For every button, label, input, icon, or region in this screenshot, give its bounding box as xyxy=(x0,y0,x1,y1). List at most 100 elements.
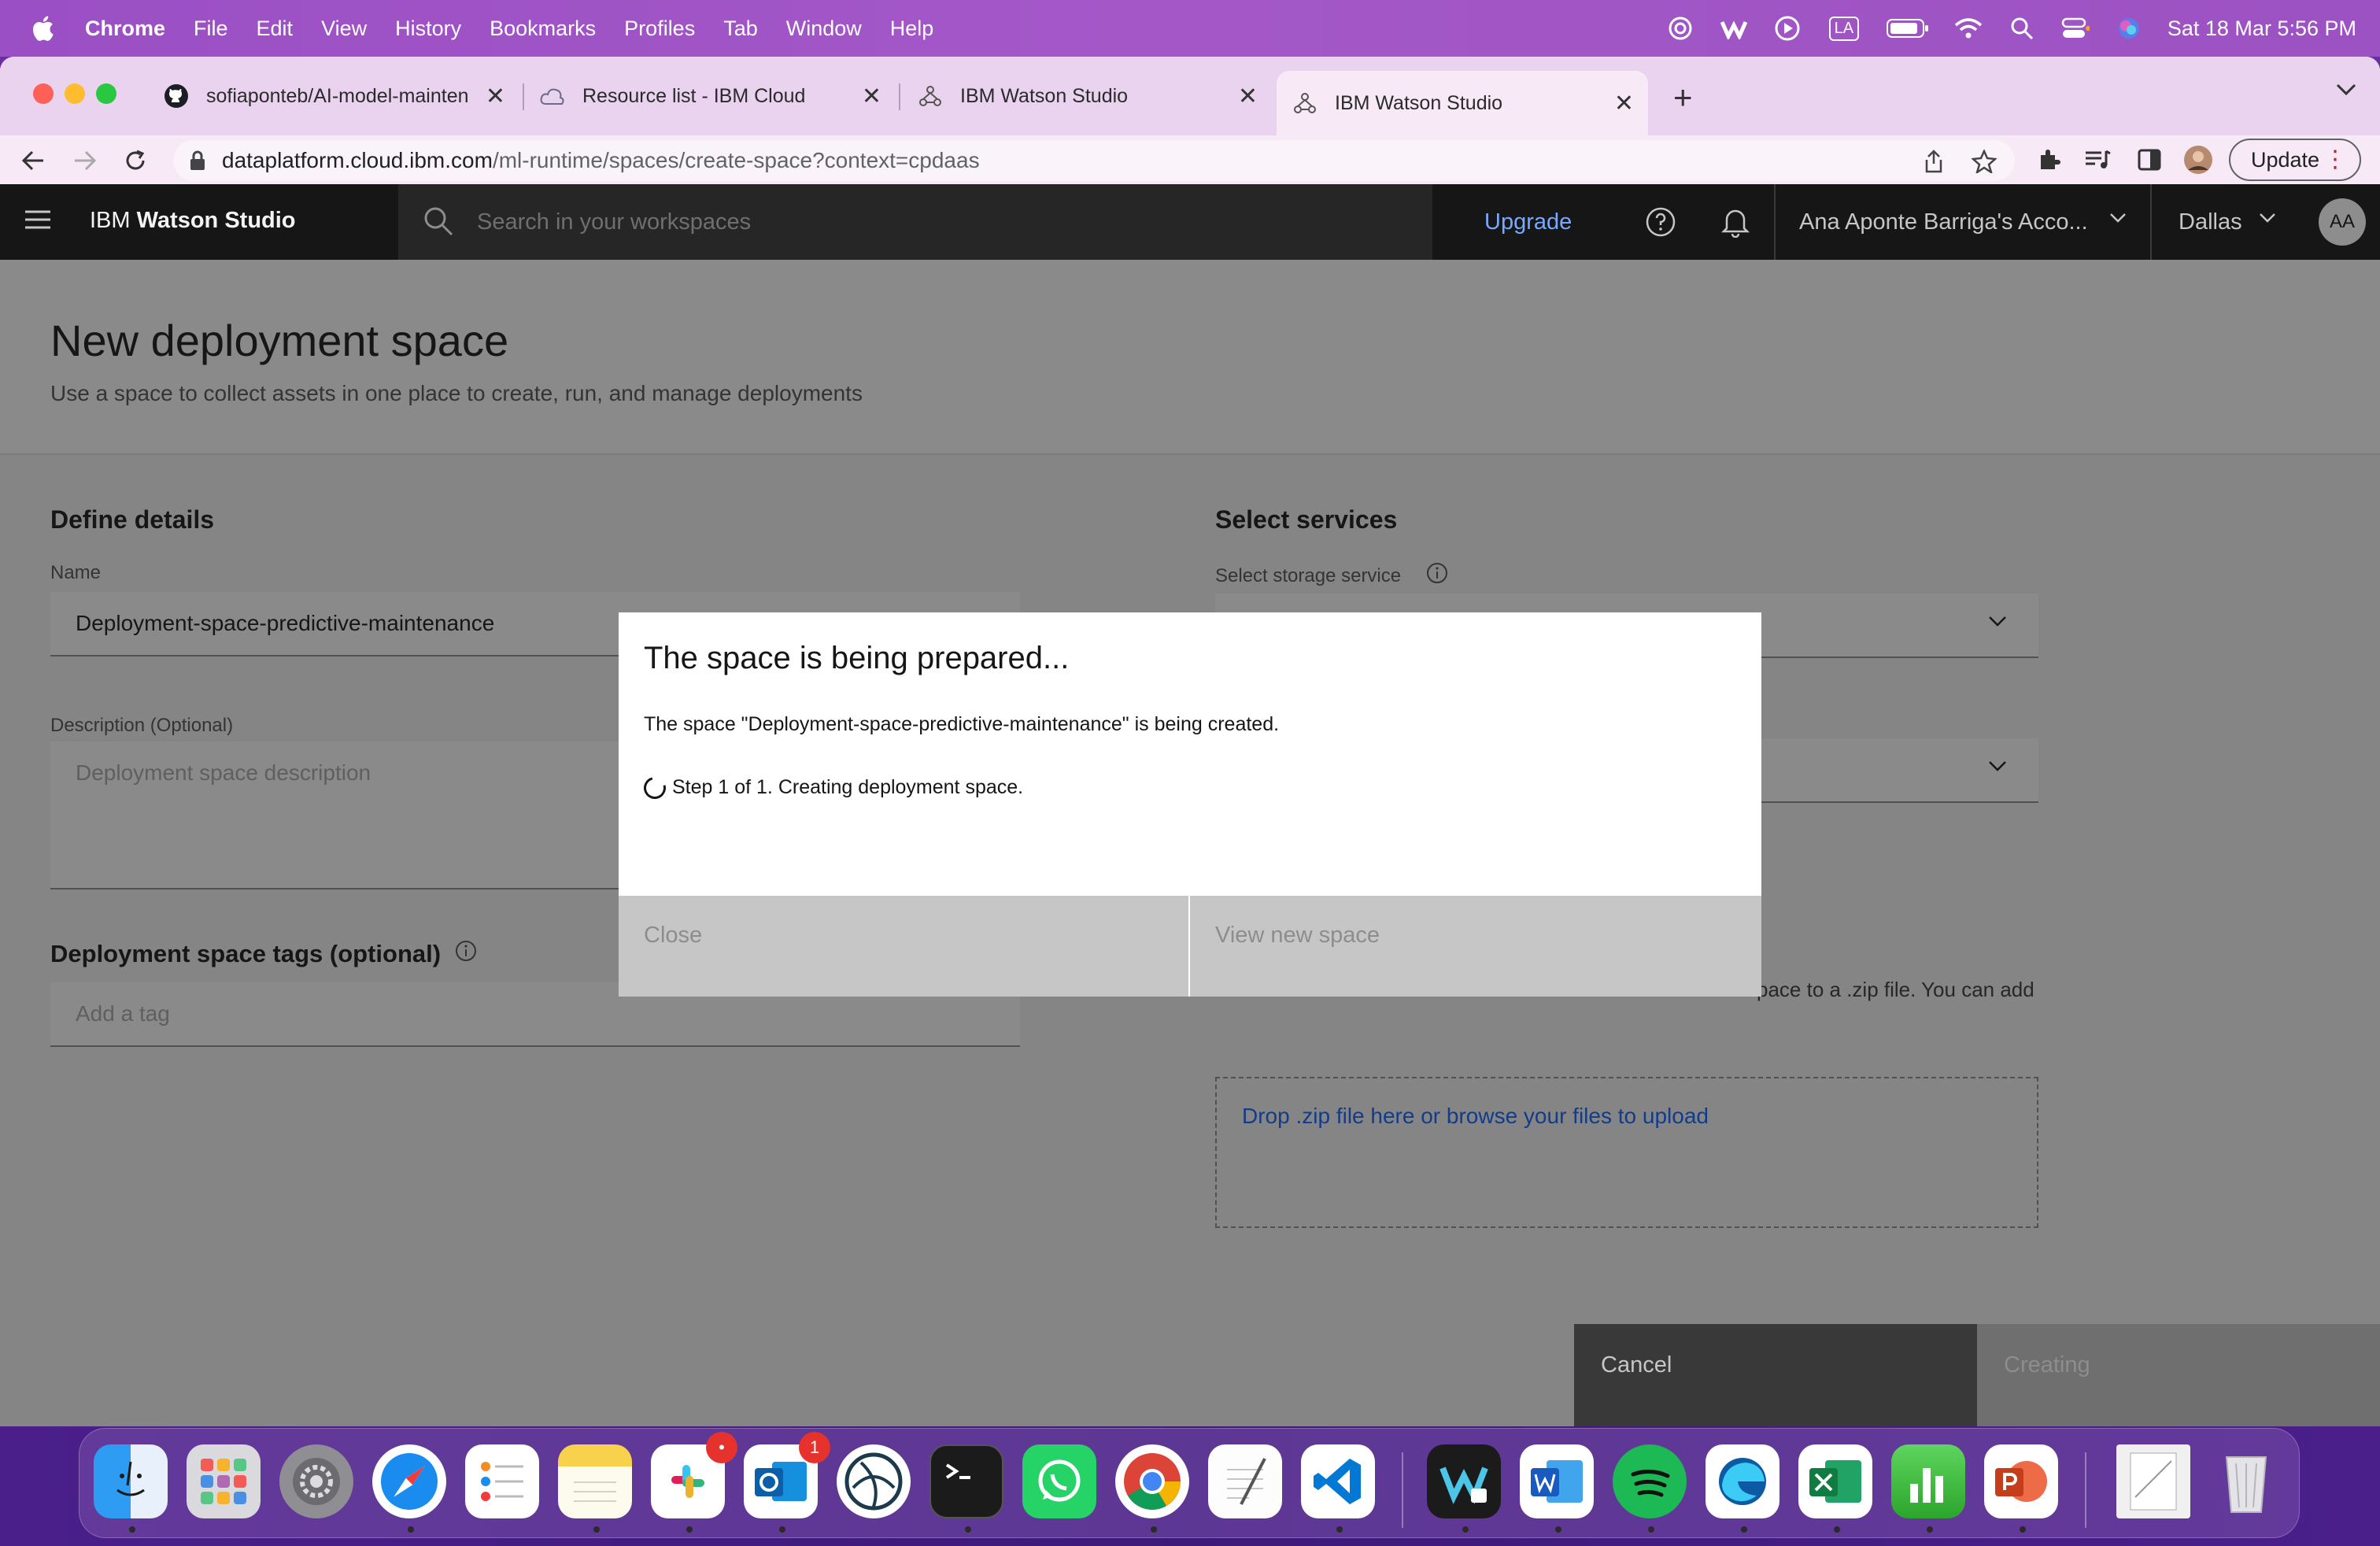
watson-icon xyxy=(918,83,943,109)
menu-bookmarks[interactable]: Bookmarks xyxy=(490,17,596,41)
notification-bell-icon[interactable] xyxy=(1720,206,1750,242)
address-bar[interactable]: dataplatform.cloud.ibm.com/ml-runtime/sp… xyxy=(173,140,2015,181)
numbers-icon[interactable] xyxy=(1891,1444,1965,1518)
user-avatar[interactable]: AA xyxy=(2319,198,2366,246)
dock-separator xyxy=(2085,1452,2086,1528)
system-settings-icon[interactable] xyxy=(279,1444,353,1518)
url-path: /ml-runtime/spaces/create-space?context=… xyxy=(492,148,980,172)
progress-modal: The space is being prepared... The space… xyxy=(619,612,1761,997)
product-brand[interactable]: IBM Watson Studio xyxy=(90,208,296,234)
back-arrow-icon[interactable] xyxy=(17,145,49,176)
chrome-icon[interactable] xyxy=(1115,1444,1189,1518)
lens-app-icon[interactable] xyxy=(837,1444,911,1518)
close-button[interactable]: Close xyxy=(619,896,1188,997)
reminders-icon[interactable] xyxy=(465,1444,539,1518)
more-vertical-icon[interactable]: ⋮ xyxy=(2323,148,2347,172)
tab-title: IBM Watson Studio xyxy=(1335,91,1503,114)
url-text[interactable]: dataplatform.cloud.ibm.com/ml-runtime/sp… xyxy=(222,148,980,173)
running-indicator xyxy=(1151,1526,1157,1533)
view-new-space-button[interactable]: View new space xyxy=(1190,896,1761,997)
spotify-icon[interactable] xyxy=(1613,1444,1687,1518)
account-switcher[interactable]: Ana Aponte Barriga's Acco... xyxy=(1774,184,2152,260)
tab-close-icon[interactable]: ✕ xyxy=(1238,83,1258,110)
word-icon[interactable] xyxy=(1520,1444,1594,1518)
tab-watson-studio-1[interactable]: IBM Watson Studio ✕ xyxy=(902,71,1272,121)
menu-history[interactable]: History xyxy=(395,17,461,41)
tab-resource-list[interactable]: Resource list - IBM Cloud ✕ xyxy=(526,71,896,121)
control-center-icon[interactable] xyxy=(2060,13,2090,43)
textedit-icon[interactable] xyxy=(1208,1444,1282,1518)
excel-icon[interactable] xyxy=(1798,1444,1872,1518)
forward-arrow-icon[interactable] xyxy=(69,145,101,176)
menu-app-chrome[interactable]: Chrome xyxy=(85,17,165,41)
window-minimize-button[interactable] xyxy=(65,83,85,104)
webex-status-icon[interactable] xyxy=(1719,13,1749,43)
menu-edit[interactable]: Edit xyxy=(257,17,294,41)
notes-icon[interactable] xyxy=(558,1444,632,1518)
creating-button[interactable]: Creating xyxy=(1977,1324,2380,1426)
cancel-button[interactable]: Cancel xyxy=(1574,1324,1977,1426)
help-icon[interactable] xyxy=(1645,206,1676,242)
media-controls-icon[interactable] xyxy=(2082,145,2112,175)
tab-close-icon[interactable]: ✕ xyxy=(1614,90,1634,117)
chevron-down-icon[interactable] xyxy=(2259,213,2276,227)
menu-tab[interactable]: Tab xyxy=(723,17,758,41)
play-status-icon[interactable] xyxy=(1772,13,1802,43)
reload-icon[interactable] xyxy=(120,145,151,176)
wifi-icon[interactable] xyxy=(1953,13,1983,43)
modal-body-text: The space "Deployment-space-predictive-m… xyxy=(644,713,1280,735)
input-source-icon[interactable]: LA xyxy=(1826,13,1862,43)
running-indicator xyxy=(965,1526,971,1533)
edge-icon[interactable] xyxy=(1706,1444,1779,1518)
menu-window[interactable]: Window xyxy=(786,17,862,41)
window-zoom-button[interactable] xyxy=(96,83,116,104)
slack-badge: • xyxy=(706,1432,737,1463)
spotlight-search-icon[interactable] xyxy=(2007,13,2037,43)
menubar-datetime[interactable]: Sat 18 Mar 5:56 PM xyxy=(2168,17,2356,41)
hamburger-menu-icon[interactable] xyxy=(25,209,50,234)
menu-file[interactable]: File xyxy=(194,17,228,41)
browser-toolbar: dataplatform.cloud.ibm.com/ml-runtime/sp… xyxy=(0,135,2380,184)
whatsapp-icon[interactable] xyxy=(1022,1444,1096,1518)
tab-search-chevron-icon[interactable] xyxy=(2336,83,2356,100)
menu-view[interactable]: View xyxy=(321,17,367,41)
bookmark-star-icon[interactable] xyxy=(1971,148,1998,175)
menu-profiles[interactable]: Profiles xyxy=(624,17,695,41)
creating-label: Creating xyxy=(2004,1352,2090,1378)
preview-document-icon[interactable] xyxy=(2116,1444,2190,1518)
workspace-search[interactable]: Search in your workspaces xyxy=(398,184,1432,260)
menu-help[interactable]: Help xyxy=(890,17,934,41)
trash-icon[interactable] xyxy=(2209,1444,2283,1518)
tab-github[interactable]: sofiaponteb/AI-model-mainten ✕ xyxy=(150,71,519,121)
window-close-button[interactable] xyxy=(33,83,54,104)
tab-watson-studio-active[interactable]: IBM Watson Studio ✕ xyxy=(1277,71,1648,135)
siri-icon[interactable] xyxy=(2114,13,2144,43)
profile-avatar-icon[interactable] xyxy=(2183,145,2213,175)
battery-icon[interactable] xyxy=(1886,13,1930,43)
running-indicator xyxy=(408,1526,414,1533)
new-tab-plus-icon[interactable]: + xyxy=(1673,79,1693,117)
region-selector[interactable]: Dallas xyxy=(2179,209,2242,235)
finder-icon[interactable] xyxy=(94,1444,168,1518)
vscode-icon[interactable] xyxy=(1301,1444,1375,1518)
tab-close-icon[interactable]: ✕ xyxy=(486,83,505,110)
tab-title: IBM Watson Studio xyxy=(960,84,1129,107)
powerpoint-icon[interactable] xyxy=(1984,1444,2058,1518)
upgrade-link[interactable]: Upgrade xyxy=(1484,209,1572,235)
share-icon[interactable] xyxy=(1920,148,1947,175)
loading-spinner-icon xyxy=(639,772,671,803)
extensions-puzzle-icon[interactable] xyxy=(2034,145,2064,175)
openai-status-icon[interactable] xyxy=(1665,13,1695,43)
lock-icon[interactable] xyxy=(189,150,206,176)
tab-close-icon[interactable]: ✕ xyxy=(862,83,881,110)
launchpad-icon[interactable] xyxy=(187,1444,261,1518)
safari-icon[interactable] xyxy=(372,1444,446,1518)
terminal-icon[interactable] xyxy=(929,1444,1003,1518)
chrome-update-button[interactable]: Update ⋮ xyxy=(2229,139,2361,181)
running-indicator xyxy=(593,1526,600,1533)
search-input[interactable]: Search in your workspaces xyxy=(477,209,751,235)
brand-name: Watson Studio xyxy=(136,208,296,233)
side-panel-icon[interactable] xyxy=(2134,145,2164,175)
apple-icon[interactable] xyxy=(27,13,58,44)
webex-icon[interactable] xyxy=(1427,1444,1501,1518)
